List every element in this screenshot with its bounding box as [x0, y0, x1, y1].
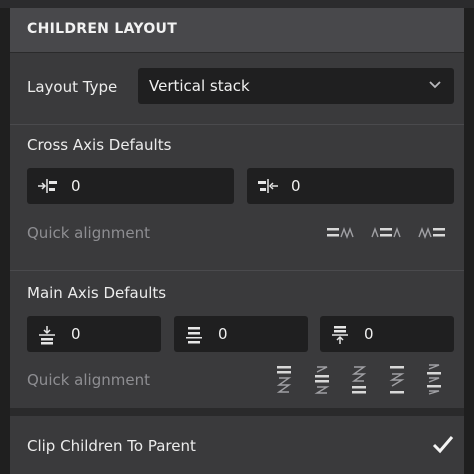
cross-axis-start-field[interactable]: 0	[27, 168, 234, 204]
cross-quick-alignment-label: Quick alignment	[27, 224, 150, 242]
main-axis-padding-bottom-field[interactable]: 0	[320, 316, 454, 352]
clip-children-checkbox[interactable]	[432, 434, 454, 454]
main-align-space-between-icon[interactable]	[389, 365, 405, 395]
clip-children-label: Clip Children To Parent	[27, 437, 196, 455]
cross-axis-start-value: 0	[71, 177, 81, 195]
main-axis-spacing-field[interactable]: 0	[174, 316, 308, 352]
main-axis-spacing-value: 0	[218, 325, 228, 343]
main-axis-padding-bottom-value: 0	[364, 325, 374, 343]
divider	[10, 124, 464, 125]
cross-align-end-icon[interactable]	[418, 226, 448, 240]
spacing-icon	[186, 327, 202, 344]
section-title: CHILDREN LAYOUT	[27, 21, 178, 37]
main-quick-alignment-label: Quick alignment	[27, 371, 150, 389]
section-header[interactable]: CHILDREN LAYOUT	[10, 8, 464, 53]
main-align-end-icon[interactable]	[351, 365, 367, 395]
layout-type-value: Vertical stack	[149, 77, 250, 95]
cross-axis-end-field[interactable]: 0	[247, 168, 454, 204]
section-gap	[10, 408, 464, 416]
padding-bottom-icon	[332, 326, 348, 344]
main-align-space-around-icon[interactable]	[426, 363, 442, 395]
layout-type-label: Layout Type	[27, 78, 118, 96]
align-right-padding-icon	[258, 179, 278, 193]
divider	[10, 270, 464, 271]
cross-axis-title: Cross Axis Defaults	[27, 136, 172, 154]
cross-align-start-icon[interactable]	[326, 226, 356, 240]
children-layout-panel: CHILDREN LAYOUT Layout Type Vertical sta…	[10, 8, 464, 474]
chevron-down-icon	[429, 81, 441, 89]
main-axis-padding-top-field[interactable]: 0	[27, 316, 161, 352]
padding-top-icon	[39, 326, 55, 345]
main-axis-padding-top-value: 0	[71, 325, 81, 343]
align-left-padding-icon	[38, 179, 57, 193]
layout-type-select[interactable]: Vertical stack	[138, 68, 454, 104]
top-strip	[0, 0, 474, 8]
cross-align-center-icon[interactable]	[371, 226, 403, 240]
main-align-start-icon[interactable]	[276, 365, 292, 395]
main-align-center-icon[interactable]	[314, 365, 330, 395]
cross-axis-end-value: 0	[291, 177, 301, 195]
main-axis-title: Main Axis Defaults	[27, 284, 167, 302]
